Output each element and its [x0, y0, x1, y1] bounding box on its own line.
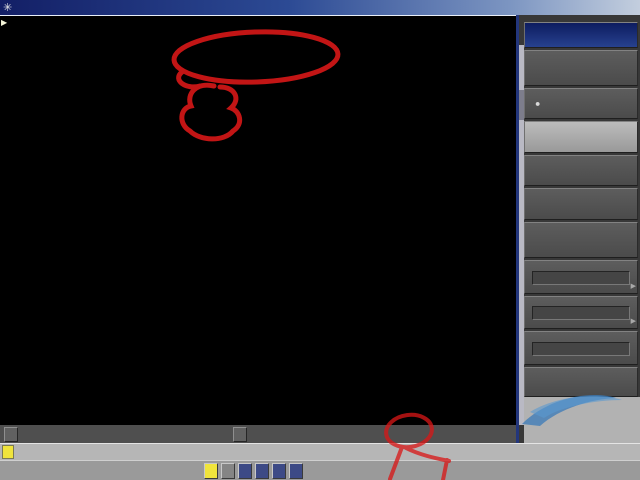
window-titlebar: ✳: [0, 0, 640, 16]
button-continuous[interactable]: [524, 155, 638, 186]
ext-trig-polarity-value: [532, 306, 630, 320]
instrument-screen: ✳ ▶ ● ▶ ▶: [0, 0, 640, 480]
marker-readout: [64, 36, 102, 49]
agilent-spark-icon: ✳: [3, 2, 13, 14]
button-source[interactable]: ▶: [524, 260, 638, 294]
button-average-trigger[interactable]: [524, 331, 638, 365]
button-restart[interactable]: [524, 188, 638, 220]
status-bar: [0, 460, 640, 480]
trace-header-row: ▶: [0, 16, 516, 28]
measurement-bar: [0, 443, 640, 460]
button-ext-trig-polarity[interactable]: ▶: [524, 296, 638, 329]
status-extref: [289, 462, 303, 479]
selected-bullet-icon: ●: [535, 98, 541, 108]
ref-level-indicator: [233, 426, 247, 442]
button-manual-trigger: [524, 222, 638, 258]
softkey-menu: ● ▶ ▶: [516, 15, 640, 443]
average-trigger-value: [532, 341, 630, 356]
submenu-arrow-icon: ▶: [630, 317, 636, 325]
source-value: [532, 270, 630, 285]
button-single[interactable]: [524, 121, 638, 153]
menu-header-trigger: [524, 22, 638, 48]
active-trace-arrow-icon: ▶: [1, 17, 8, 27]
button-hold[interactable]: ●: [524, 88, 638, 119]
menu-bottom-pad: [524, 397, 640, 443]
spectrum-plot: [0, 28, 516, 425]
spectrum-chart: [0, 28, 516, 425]
rbw-indicator: [4, 426, 18, 442]
submenu-arrow-icon: ▶: [630, 282, 636, 290]
status-spectrum-hold: [204, 462, 218, 479]
button-trigger-to-spectrum-monitor: [524, 50, 638, 86]
rbw-row: [0, 425, 516, 443]
status-power-voltage: [255, 462, 269, 479]
tab-spectrum[interactable]: [2, 445, 14, 459]
status-ctrl-voltage: [238, 462, 252, 479]
button-return[interactable]: [524, 367, 638, 397]
status-attenuation: [272, 462, 286, 479]
status-cor: [221, 462, 235, 479]
